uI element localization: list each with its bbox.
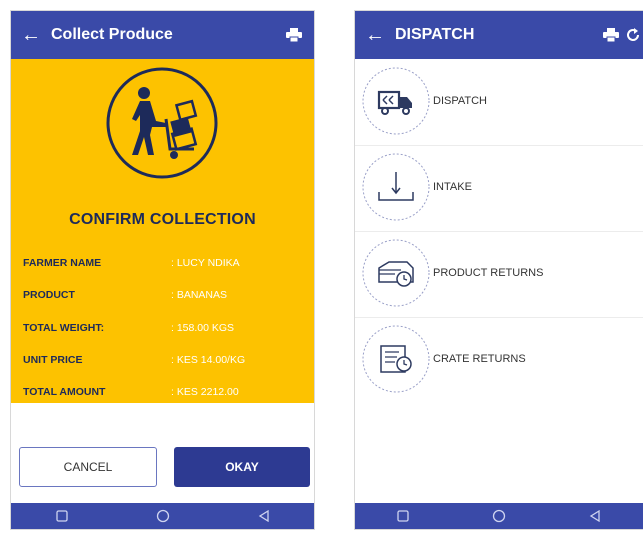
field-value: : BANANAS: [171, 289, 228, 301]
menu-item-label: PRODUCT RETURNS: [433, 267, 544, 279]
field-label: UNIT PRICE: [23, 354, 83, 366]
app-bar: ← DISPATCH: [355, 11, 643, 59]
field-label: FARMER NAME: [23, 257, 102, 269]
field-label: TOTAL AMOUNT: [23, 386, 106, 398]
triangle-back-nav-icon[interactable]: [244, 510, 284, 522]
field-label: PRODUCT: [23, 289, 75, 301]
field-value: : KES 14.00/KG: [171, 354, 246, 366]
system-nav-bar: [355, 503, 643, 529]
field-row: UNIT PRICE : KES 14.00/KG: [23, 354, 314, 374]
menu-item-crate-returns[interactable]: CRATE RETURNS: [355, 317, 643, 403]
circle-nav-icon[interactable]: [143, 509, 183, 523]
menu-item-label: CRATE RETURNS: [433, 353, 526, 365]
field-row: FARMER NAME : LUCY NDIKA: [23, 257, 314, 277]
person-pushing-cart-icon: [106, 67, 218, 179]
truck-icon: [362, 67, 430, 135]
field-label: TOTAL WEIGHT:: [23, 322, 105, 334]
product-returns-icon: [362, 239, 430, 307]
arrow-left-icon[interactable]: ←: [11, 24, 51, 47]
field-row: TOTAL WEIGHT: : 158.00 KGS: [23, 322, 314, 342]
crate-returns-icon: [362, 325, 430, 393]
screen-title: Collect Produce: [51, 26, 173, 43]
field-value: : 158.00 KGS: [171, 322, 235, 334]
field-row: PRODUCT : BANANAS: [23, 289, 314, 309]
screen-title: DISPATCH: [395, 26, 475, 43]
field-row: TOTAL AMOUNT : KES 2212.00: [23, 386, 314, 406]
menu-item-intake[interactable]: INTAKE: [355, 145, 643, 232]
printer-icon[interactable]: [280, 28, 308, 42]
confirm-heading: CONFIRM COLLECTION: [69, 211, 256, 228]
menu-item-label: DISPATCH: [433, 95, 487, 107]
arrow-left-icon[interactable]: ←: [355, 24, 395, 47]
cancel-button[interactable]: CANCEL: [19, 447, 157, 487]
square-nav-icon[interactable]: [383, 510, 423, 522]
refresh-icon[interactable]: [625, 27, 643, 43]
triangle-back-nav-icon[interactable]: [575, 510, 615, 522]
collect-produce-screen: ← Collect Produce CONFIRM COLLECTION FAR…: [10, 10, 315, 530]
circle-nav-icon[interactable]: [479, 509, 519, 523]
system-nav-bar: [11, 503, 314, 529]
okay-button[interactable]: OKAY: [174, 447, 310, 487]
app-bar: ← Collect Produce: [11, 11, 314, 59]
confirmation-panel: CONFIRM COLLECTION FARMER NAME : LUCY ND…: [11, 59, 314, 403]
menu-item-dispatch[interactable]: DISPATCH: [355, 59, 643, 146]
menu-item-product-returns[interactable]: PRODUCT RETURNS: [355, 231, 643, 318]
field-value: : LUCY NDIKA: [171, 257, 240, 269]
dispatch-screen: ← DISPATCH DISPATCH INTAKE PRODUCT RETUR…: [354, 10, 643, 530]
square-nav-icon[interactable]: [42, 510, 82, 522]
printer-icon[interactable]: [597, 28, 625, 42]
field-value: : KES 2212.00: [171, 386, 239, 398]
menu-item-label: INTAKE: [433, 181, 472, 193]
intake-tray-icon: [362, 153, 430, 221]
